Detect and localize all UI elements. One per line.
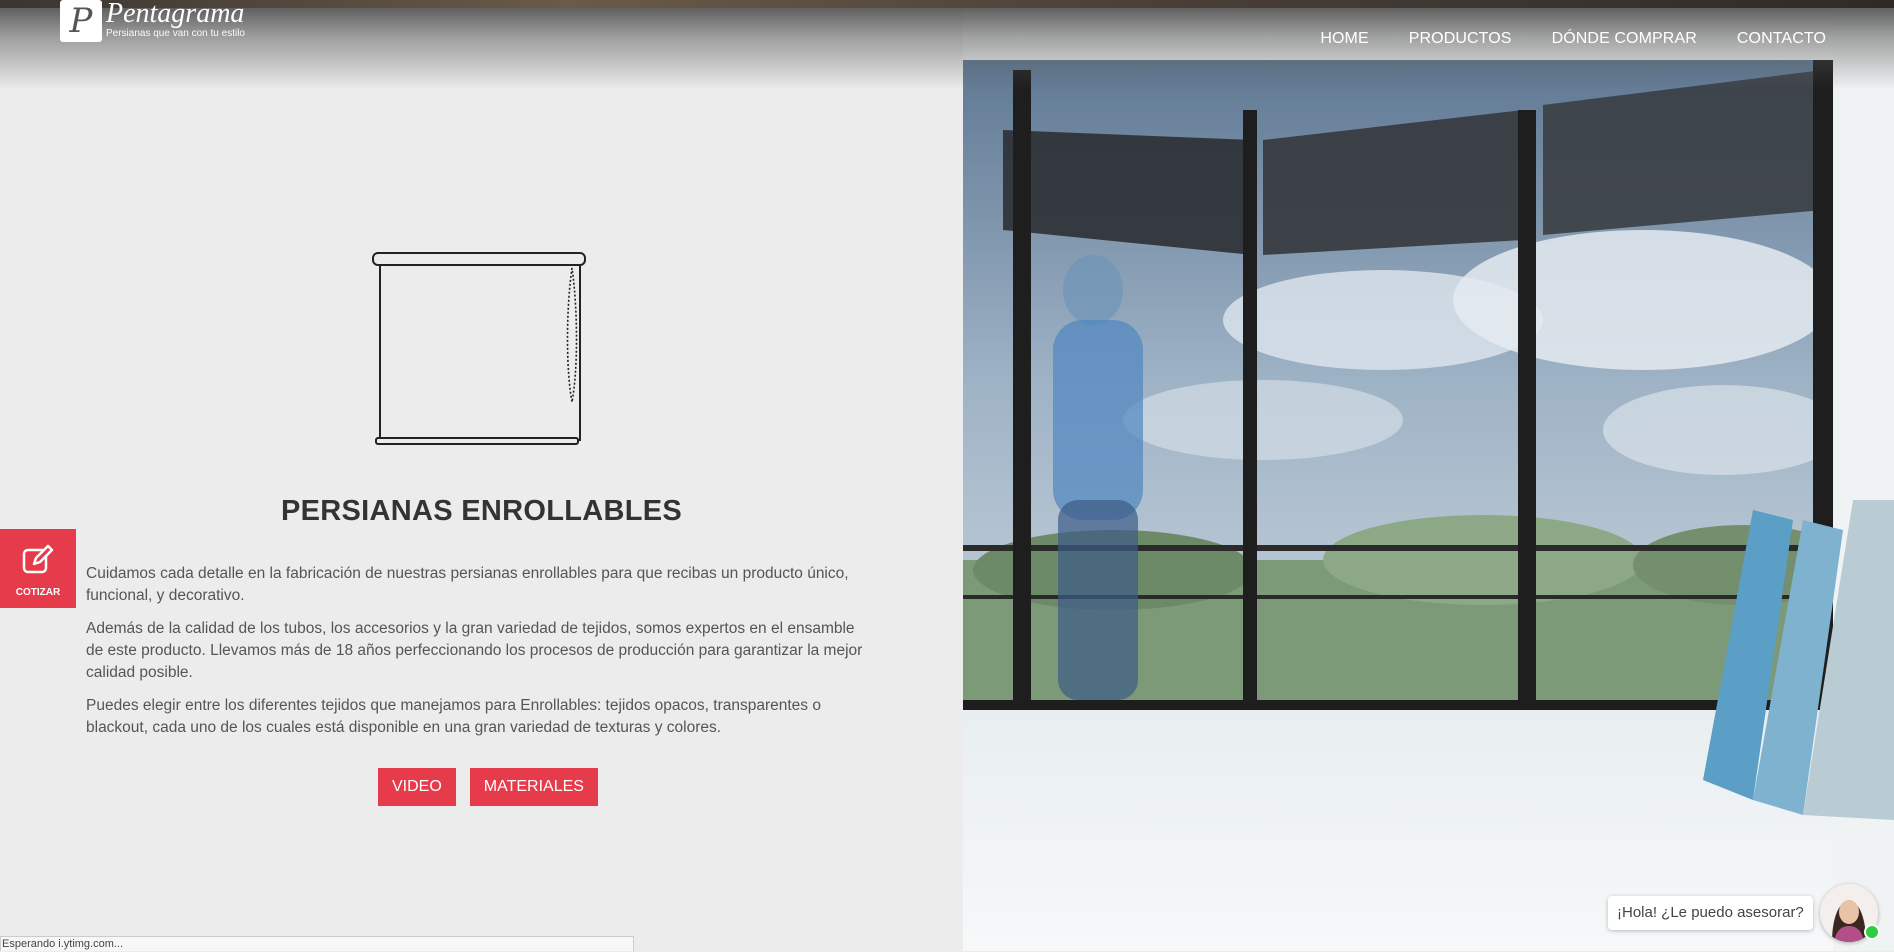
nav-item-donde-comprar[interactable]: DÓNDE COMPRAR	[1552, 30, 1697, 48]
chat-greeting-bubble[interactable]: ¡Hola! ¿Le puedo asesorar?	[1608, 896, 1813, 930]
product-actions: VIDEO MATERIALES	[378, 768, 598, 806]
materiales-button[interactable]: MATERIALES	[469, 768, 598, 806]
description-paragraph: Cuidamos cada detalle en la fabricación …	[86, 565, 849, 604]
browser-status-bar: Esperando i.ytimg.com...	[0, 936, 634, 951]
main-nav: HOME PRODUCTOS DÓNDE COMPRAR CONTACTO	[1280, 30, 1826, 48]
hero-photo	[963, 0, 1894, 951]
cotizar-button[interactable]: COTIZAR	[0, 529, 76, 608]
logo-text: Pentagrama Persianas que van con tu esti…	[106, 0, 245, 40]
nav-item-contacto[interactable]: CONTACTO	[1737, 30, 1826, 48]
office-photo-illustration	[963, 0, 1894, 951]
nav-item-productos[interactable]: PRODUCTOS	[1409, 30, 1512, 48]
cotizar-label: COTIZAR	[15, 587, 61, 598]
description-paragraph: Puedes elegir entre los diferentes tejid…	[86, 697, 821, 736]
top-strip	[0, 0, 1894, 8]
site-logo[interactable]: P Pentagrama Persianas que van con tu es…	[60, 0, 245, 42]
edit-icon	[22, 544, 54, 574]
nav-item-home[interactable]: HOME	[1320, 30, 1368, 48]
product-title: PERSIANAS ENROLLABLES	[280, 495, 683, 527]
video-button[interactable]: VIDEO	[378, 768, 456, 806]
online-status-indicator	[1864, 924, 1880, 940]
product-description: Cuidamos cada detalle en la fabricación …	[86, 563, 876, 750]
logo-tagline: Persianas que van con tu estilo	[106, 28, 245, 39]
logo-mark: P	[60, 0, 102, 42]
description-paragraph: Además de la calidad de los tubos, los a…	[86, 620, 863, 681]
roller-blind-illustration	[372, 252, 586, 445]
product-panel: PERSIANAS ENROLLABLES Cuidamos cada deta…	[0, 0, 963, 951]
logo-name: Pentagrama	[106, 0, 245, 29]
